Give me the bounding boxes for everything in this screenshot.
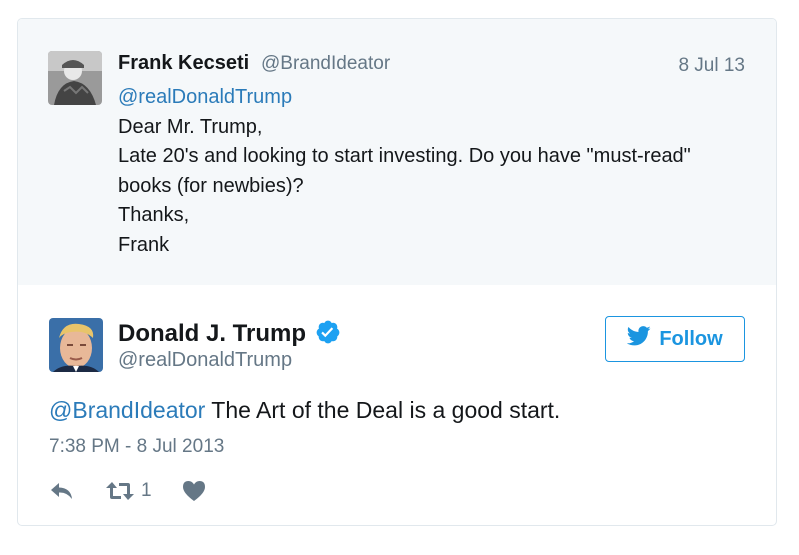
main-avatar[interactable]	[49, 318, 103, 372]
retweet-icon	[105, 480, 135, 502]
parent-line: Thanks,	[118, 204, 190, 226]
parent-line: Frank	[118, 233, 170, 256]
main-author-name[interactable]: Donald J. Trump	[118, 320, 306, 348]
tweet-timestamp[interactable]: 7:38 PM - 8 Jul 2013	[49, 436, 224, 458]
parent-tweet-text: @realDonaldTrump Dear Mr. Trump, Late 20…	[118, 83, 748, 260]
parent-author-name[interactable]: Frank Kecseti	[118, 52, 249, 75]
parent-line: Dear Mr. Trump,	[118, 115, 263, 138]
parent-author-handle[interactable]: @BrandIdeator	[261, 53, 390, 75]
retweet-count: 1	[141, 480, 152, 501]
retweet-button[interactable]: 1	[105, 480, 152, 502]
heart-icon[interactable]	[182, 480, 206, 502]
parent-line: books (for newbies)?	[118, 174, 304, 197]
follow-button[interactable]: Follow	[605, 316, 745, 362]
main-mention[interactable]: @BrandIdeator	[49, 397, 205, 423]
main-author-handle[interactable]: @realDonaldTrump	[118, 349, 292, 372]
parent-avatar[interactable]	[48, 51, 102, 105]
follow-button-label: Follow	[659, 327, 723, 350]
main-tweet-body: The Art of the Deal is a good start.	[205, 397, 561, 423]
parent-tweet[interactable]: Frank Kecseti @BrandIdeator 8 Jul 13 @re…	[18, 19, 776, 285]
parent-mention[interactable]: @realDonaldTrump	[118, 83, 748, 113]
main-tweet-text: @BrandIdeator The Art of the Deal is a g…	[49, 397, 560, 424]
parent-line: Late 20's and looking to start investing…	[118, 145, 691, 167]
reply-icon[interactable]	[49, 480, 75, 502]
tweet-embed-card: Frank Kecseti @BrandIdeator 8 Jul 13 @re…	[17, 18, 777, 526]
verified-badge-icon	[315, 319, 341, 345]
parent-date[interactable]: 8 Jul 13	[678, 55, 745, 77]
twitter-bird-icon	[627, 326, 651, 352]
tweet-actions: 1	[49, 477, 206, 505]
